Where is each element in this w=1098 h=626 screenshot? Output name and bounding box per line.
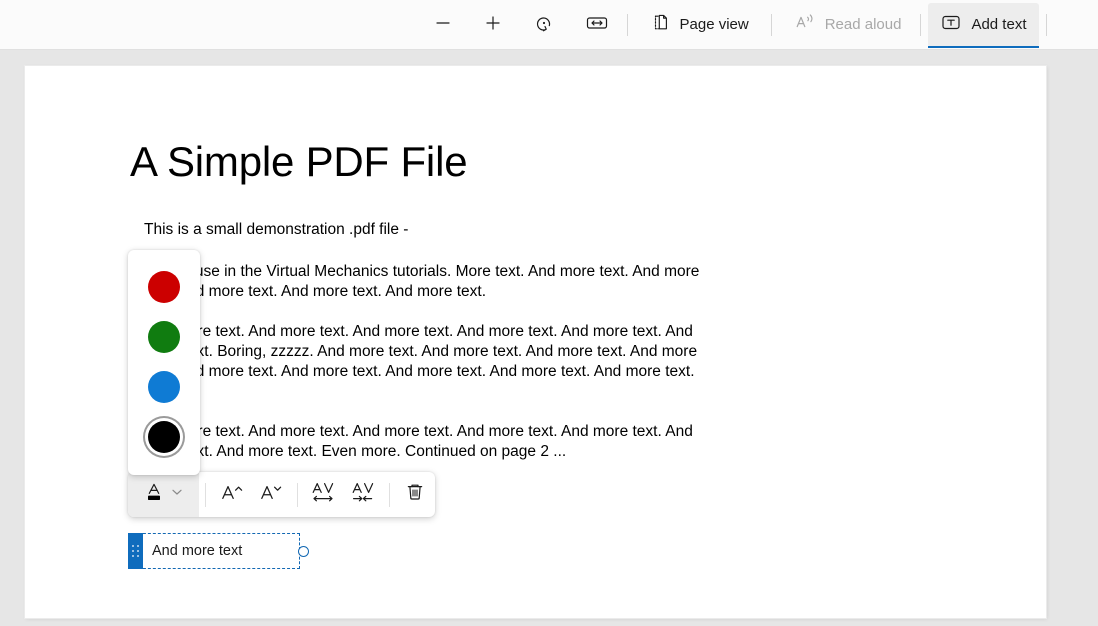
drag-dots-icon (132, 545, 139, 557)
add-text-label: Add text (971, 16, 1027, 33)
text-box-drag-handle[interactable] (128, 533, 143, 569)
pdf-toolbar: Page view Read aloud Add text (0, 0, 1098, 50)
editable-text-box[interactable]: And more text (128, 533, 309, 569)
decrease-font-size-button[interactable] (251, 477, 290, 513)
page-view-button[interactable]: Page view (638, 7, 761, 43)
trash-icon (403, 480, 427, 509)
color-swatch-black[interactable] (141, 414, 187, 460)
read-aloud-button[interactable]: Read aloud (782, 7, 914, 43)
text-box-resize-handle[interactable] (298, 546, 309, 557)
zoom-out-button[interactable] (425, 7, 461, 43)
page-title: A Simple PDF File (130, 138, 468, 185)
text-box-value[interactable]: And more text (152, 533, 242, 569)
format-separator-2 (296, 482, 298, 507)
add-text-button[interactable]: Add text (928, 2, 1039, 48)
document-paragraph-1: just for use in the Virtual Mechanics tu… (144, 263, 700, 300)
text-color-flyout (128, 250, 200, 475)
swatch-fill-blue (148, 371, 180, 403)
increase-font-size-icon (219, 480, 245, 509)
toolbar-separator-2 (770, 13, 772, 36)
increase-font-size-button[interactable] (212, 477, 251, 513)
toolbar-separator-3 (920, 13, 922, 36)
delete-text-button[interactable] (396, 477, 435, 513)
swatch-fill-red (148, 271, 180, 303)
font-color-icon (142, 479, 168, 510)
toolbar-separator-4 (1045, 13, 1047, 36)
format-separator-1 (204, 482, 206, 507)
color-swatch-green[interactable] (141, 314, 187, 360)
document-paragraph-2: And more text. And more text. And more t… (144, 323, 698, 380)
rotate-button[interactable] (525, 7, 563, 43)
document-paragraph-3: And more text. And more text. And more t… (144, 423, 693, 460)
read-aloud-label: Read aloud (824, 16, 902, 33)
add-text-icon (940, 12, 962, 37)
active-tab-underline (928, 45, 1039, 48)
swatch-fill-black (148, 421, 180, 453)
text-format-toolbar (128, 472, 435, 517)
page-view-icon (650, 12, 671, 37)
chevron-down-icon (170, 485, 184, 504)
decrease-spacing-icon (349, 479, 377, 510)
plus-icon (483, 13, 503, 37)
zoom-in-button[interactable] (475, 7, 511, 43)
color-swatch-red[interactable] (141, 264, 187, 310)
color-swatch-blue[interactable] (141, 364, 187, 410)
text-color-button[interactable] (128, 472, 199, 517)
format-separator-3 (388, 482, 390, 507)
minus-icon (433, 13, 453, 37)
read-aloud-icon (794, 12, 816, 37)
increase-text-spacing-button[interactable] (304, 477, 343, 513)
fit-to-width-button[interactable] (577, 7, 617, 43)
rotate-icon (533, 12, 555, 38)
fit-width-icon (585, 13, 609, 37)
page-view-label: Page view (679, 16, 749, 33)
swatch-fill-green (148, 321, 180, 353)
decrease-font-size-icon (258, 480, 284, 509)
decrease-text-spacing-button[interactable] (343, 477, 382, 513)
toolbar-separator-1 (626, 13, 628, 36)
document-lead-line: This is a small demonstration .pdf file … (144, 221, 409, 238)
increase-spacing-icon (309, 479, 337, 510)
